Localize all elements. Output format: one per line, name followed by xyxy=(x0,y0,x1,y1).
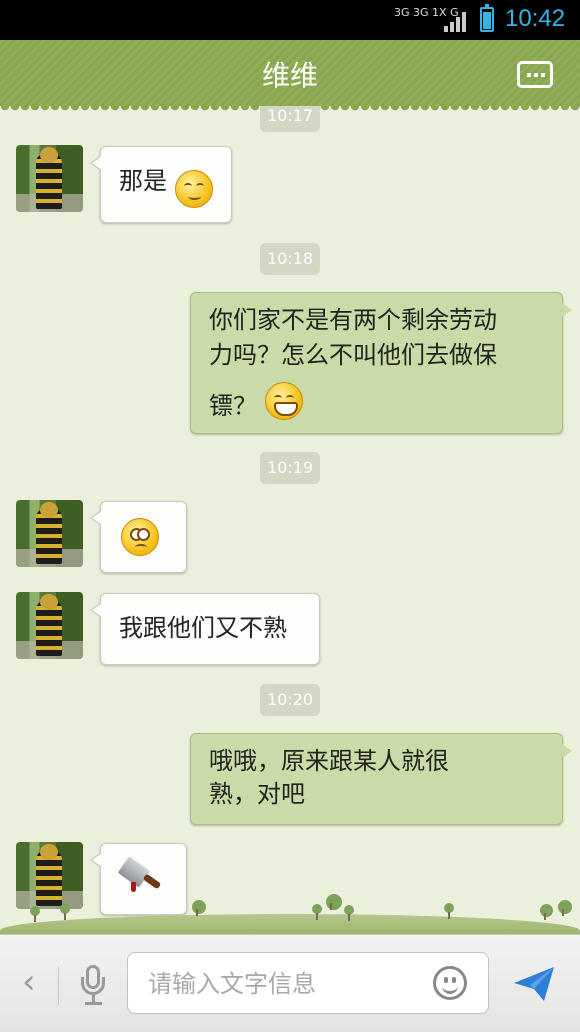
grin-emoji xyxy=(265,382,303,420)
message-text-line: 力吗？怎么不叫他们去做保 xyxy=(209,341,497,369)
message-text-line: 镖？ xyxy=(209,392,257,420)
timestamp: 10:17 xyxy=(260,106,320,132)
message-bubble-incoming[interactable]: 我跟他们又不熟 xyxy=(90,593,320,665)
message-text-line: 熟，对吧 xyxy=(209,780,305,808)
tree-decoration xyxy=(558,900,572,916)
tree-decoration xyxy=(444,903,454,919)
message-bubble-incoming[interactable] xyxy=(90,843,187,915)
emoji-icon[interactable] xyxy=(433,966,467,1000)
signal-icon xyxy=(444,10,470,32)
tree-decoration xyxy=(60,904,70,920)
input-bar: ‹ xyxy=(0,934,580,1032)
message-text-line: 你们家不是有两个剩余劳动 xyxy=(209,306,497,334)
shy-smile-emoji xyxy=(175,170,213,208)
tree-decoration xyxy=(344,905,354,921)
avatar[interactable] xyxy=(16,842,83,909)
tree-decoration xyxy=(192,900,206,916)
tree-decoration xyxy=(30,906,40,922)
status-bar: 3G 3G 1X G 10:42 xyxy=(0,0,580,40)
message-text: 那是 xyxy=(119,167,167,195)
send-icon[interactable] xyxy=(512,963,556,1003)
chat-header: 维维 xyxy=(0,40,580,112)
divider xyxy=(58,967,59,1005)
avatar[interactable] xyxy=(16,145,83,212)
timestamp: 10:19 xyxy=(260,452,320,484)
avatar[interactable] xyxy=(16,500,83,567)
message-text-line: 哦哦，原来跟某人就很 xyxy=(209,747,449,775)
clock: 10:42 xyxy=(505,5,566,32)
avatar[interactable] xyxy=(16,592,83,659)
tree-decoration xyxy=(312,904,322,920)
timestamp: 10:20 xyxy=(260,684,320,716)
message-bubble-outgoing[interactable]: 哦哦，原来跟某人就很 熟，对吧 xyxy=(190,733,572,825)
message-bubble-incoming[interactable]: 那是 xyxy=(90,146,232,223)
tree-decoration xyxy=(326,894,342,910)
more-icon[interactable] xyxy=(517,61,553,88)
chevron-left-icon[interactable]: ‹ xyxy=(22,965,42,1005)
message-text: 我跟他们又不熟 xyxy=(119,614,287,642)
confused-emoji xyxy=(121,518,159,556)
cleaver-emoji xyxy=(117,856,163,894)
battery-icon xyxy=(480,4,494,32)
message-field[interactable] xyxy=(127,952,489,1014)
microphone-icon[interactable] xyxy=(78,963,108,1007)
message-list[interactable]: 10:17 那是 10:18 你们家不是有两个剩余劳动 力吗？怎么不叫他们去做保… xyxy=(0,106,580,934)
message-bubble-incoming[interactable] xyxy=(90,501,187,573)
chat-title: 维维 xyxy=(261,59,318,92)
tree-decoration xyxy=(540,904,553,920)
timestamp: 10:18 xyxy=(260,243,320,275)
message-bubble-outgoing[interactable]: 你们家不是有两个剩余劳动 力吗？怎么不叫他们去做保 镖？ xyxy=(190,292,572,434)
message-input[interactable] xyxy=(146,965,420,1003)
